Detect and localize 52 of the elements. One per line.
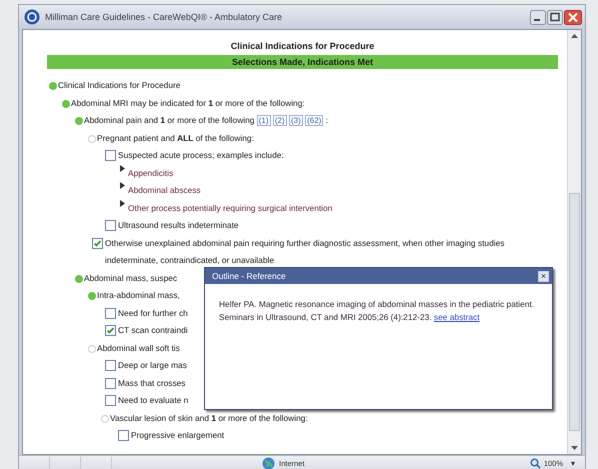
criterion-text: Mass that crosses bbox=[118, 376, 186, 390]
triangle-bullet-icon bbox=[120, 200, 125, 206]
checkbox[interactable] bbox=[92, 238, 103, 248]
criterion-text: Vascular lesion of skin and 1 or more of the following: bbox=[110, 412, 308, 425]
triangle-bullet-icon bbox=[120, 164, 125, 172]
criterion-text: Need for further ch bbox=[118, 306, 188, 320]
criterion-text: Otherwise unexplained abdominal pain requiring further diagnostic assessment, when other imaging studies indeterminate, contraindicated, or unavailable bbox=[105, 236, 506, 267]
criterion-text: Abdominal pain and 1 or more of the following (1) (2) (3) (62) : bbox=[84, 114, 328, 128]
criterion-text: Need to evaluate n bbox=[118, 394, 188, 407]
reference-link[interactable]: (2) bbox=[272, 115, 287, 126]
popup-title: Outline - Reference bbox=[212, 271, 286, 281]
maximize-icon[interactable] bbox=[547, 10, 563, 24]
close-button[interactable]: × bbox=[538, 270, 549, 282]
criterion-text: Abdominal mass, suspec bbox=[84, 272, 178, 285]
citation-text: Helfer PA. Magnetic resonance imaging of abdominal masses in the pediatric patient. Seminars in Ultrasound, CT and MRI 2005;26 (4):212-23. see abstract bbox=[219, 298, 536, 324]
criterion-text: Pregnant patient and ALL of the following: bbox=[97, 132, 254, 145]
globe-icon bbox=[262, 456, 275, 469]
reference-link[interactable]: (1) bbox=[256, 115, 271, 126]
page-heading: Clinical Indications for Procedure bbox=[230, 40, 376, 53]
checkbox[interactable] bbox=[105, 378, 116, 388]
checkbox[interactable] bbox=[105, 220, 116, 231]
checkbox[interactable] bbox=[118, 430, 129, 441]
checkbox[interactable] bbox=[105, 325, 116, 336]
scroll-thumb[interactable] bbox=[569, 193, 580, 431]
minimize-icon[interactable] bbox=[530, 10, 546, 24]
example-item: Other process potentially requiring surgical intervention bbox=[128, 202, 332, 215]
criterion-text: Progressive enlargement bbox=[131, 429, 224, 442]
checkbox[interactable] bbox=[105, 360, 116, 371]
checkbox[interactable] bbox=[105, 308, 116, 318]
example-item: Abdominal abscess bbox=[128, 184, 201, 197]
checkbox[interactable] bbox=[105, 150, 116, 161]
criterion-text: Ultrasound results indeterminate bbox=[118, 219, 239, 232]
criterion-text: Abdominal wall soft tis bbox=[97, 342, 180, 354]
window-title: Milliman Care Guidelines - CareWebQI® - Ambulatory Care bbox=[45, 12, 284, 22]
zoom-menu-button[interactable]: ▾ bbox=[563, 458, 585, 468]
reference-link[interactable]: (3) bbox=[288, 115, 303, 126]
abstract-link[interactable]: see abstract bbox=[434, 312, 480, 322]
criterion-text: CT scan contraindi bbox=[118, 324, 188, 337]
criterion-text: Deep or large mas bbox=[118, 359, 187, 372]
criterion-text: Abdominal MRI may be indicated for 1 or more of the following: bbox=[71, 96, 305, 110]
criterion-text: Suspected acute process; examples include: bbox=[118, 149, 284, 162]
app-logo-icon bbox=[24, 9, 40, 25]
status-banner: Selections Made, Indications Met bbox=[47, 55, 558, 69]
triangle-bullet-icon bbox=[120, 182, 125, 189]
reference-link[interactable]: (62) bbox=[305, 115, 324, 126]
scrollbar[interactable] bbox=[567, 30, 581, 454]
close-icon[interactable] bbox=[564, 10, 582, 24]
checkbox[interactable] bbox=[105, 395, 116, 406]
example-item: Appendicitis bbox=[128, 166, 174, 180]
criterion-text: Clinical Indications for Procedure bbox=[58, 79, 180, 92]
criterion-text: Intra-abdominal mass, bbox=[97, 289, 180, 302]
magnifier-icon bbox=[530, 458, 541, 468]
